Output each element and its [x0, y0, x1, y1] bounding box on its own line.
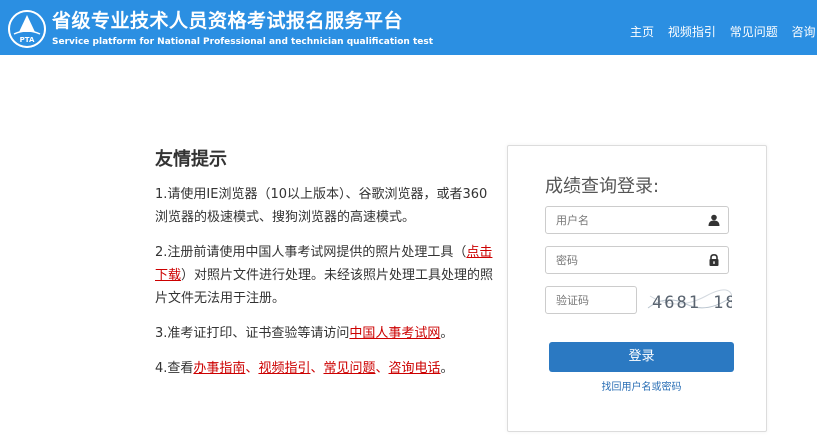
notice-item-4-text: 4.查看 [155, 361, 194, 376]
username-input[interactable] [546, 207, 696, 233]
site-subtitle: Service platform for National Profession… [52, 37, 434, 47]
hotline-link[interactable]: 咨询电话 [389, 361, 441, 376]
nav-hotline[interactable]: 咨询电话 [792, 23, 817, 40]
notice-item-3-text: 3.准考证打印、证书查验等请访问 [155, 326, 350, 341]
separator: 、 [375, 361, 389, 376]
password-field [545, 246, 729, 274]
notice-item-2-text: 2.注册前请使用中国人事考试网提供的照片处理工具（ [155, 245, 467, 260]
nav-faq[interactable]: 常见问题 [730, 23, 778, 40]
video-guide-link[interactable]: 视频指引 [258, 361, 310, 376]
site-title: 省级专业技术人员资格考试报名服务平台 [52, 10, 404, 32]
username-field [545, 206, 729, 234]
notice-item-3: 3.准考证打印、证书查验等请访问中国人事考试网。 [155, 322, 495, 345]
header-bar: PTA 省级专业技术人员资格考试报名服务平台 Service platform … [0, 0, 817, 55]
captcha-image[interactable]: 4681 18 [646, 286, 736, 316]
captcha-field [545, 286, 637, 314]
nav-video-guide[interactable]: 视频指引 [668, 23, 716, 40]
captcha-input[interactable] [546, 287, 634, 313]
notice-item-4: 4.查看办事指南、视频指引、常见问题、咨询电话。 [155, 357, 495, 380]
login-title: 成绩查询登录: [545, 176, 660, 197]
notice-panel: 友情提示 1.请使用IE浏览器（10以上版本）、谷歌浏览器，或者360浏览器的极… [155, 145, 495, 392]
faq-link[interactable]: 常见问题 [323, 361, 375, 376]
login-panel: 成绩查询登录: 4681 18 登录 找回用户名或密码 [507, 145, 767, 432]
captcha-text: 4681 18 [652, 293, 732, 313]
notice-title: 友情提示 [155, 149, 227, 170]
login-button[interactable]: 登录 [549, 342, 734, 372]
cpta-link[interactable]: 中国人事考试网 [349, 326, 440, 341]
nav-home[interactable]: 主页 [630, 23, 654, 40]
site-logo[interactable]: PTA [8, 10, 46, 48]
notice-item-2: 2.注册前请使用中国人事考试网提供的照片处理工具（点击下载）对照片文件进行处理。… [155, 241, 495, 310]
notice-item-1: 1.请使用IE浏览器（10以上版本）、谷歌浏览器，或者360浏览器的极速模式、搜… [155, 187, 488, 225]
lock-icon [709, 254, 719, 266]
separator: 、 [310, 361, 324, 376]
notice-item-2-text-end: ）对照片文件进行处理。未经该照片处理工具处理的照片文件无法用于注册。 [155, 268, 494, 306]
user-icon [708, 214, 720, 226]
forgot-credentials-link[interactable]: 找回用户名或密码 [549, 378, 734, 393]
logo-text: PTA [20, 36, 35, 44]
top-nav: 主页 视频指引 常见问题 咨询电话 [630, 23, 817, 40]
guide-link[interactable]: 办事指南 [193, 361, 245, 376]
notice-item-4-end: 。 [440, 361, 454, 376]
separator: 、 [245, 361, 259, 376]
password-input[interactable] [546, 247, 696, 273]
notice-item-3-end: 。 [440, 326, 454, 341]
